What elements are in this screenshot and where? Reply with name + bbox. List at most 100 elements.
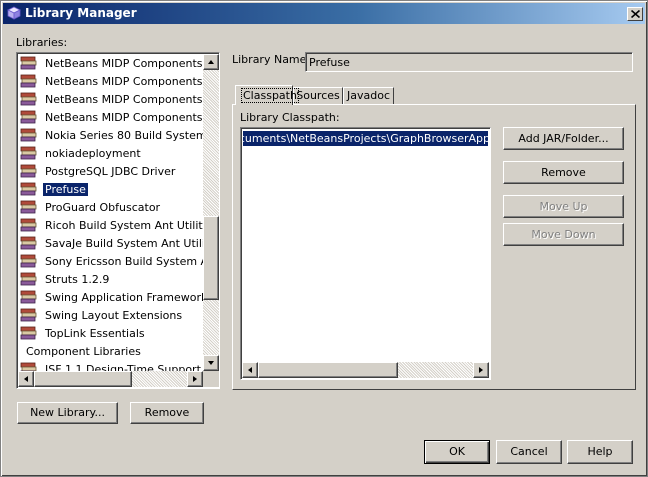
classpath-scroll-left-button[interactable]	[242, 362, 258, 378]
list-group-header[interactable]: Component Libraries	[19, 343, 203, 361]
arrow-up-icon	[208, 60, 214, 64]
library-item-label: ProGuard Obfuscator	[45, 201, 161, 214]
arrow-right-icon	[479, 367, 483, 373]
title-bar[interactable]: Library Manager	[3, 3, 645, 24]
library-list-item[interactable]: SavaJe Build System Ant Utilities	[19, 235, 203, 253]
library-list-item[interactable]: ProGuard Obfuscator	[19, 199, 203, 217]
library-item-label: nokiadeployment	[45, 147, 141, 160]
tab-sources[interactable]: Sources	[293, 87, 343, 104]
library-item-label: JSF 1.1 Design-Time Support - De	[45, 363, 203, 371]
scroll-down-button[interactable]	[203, 355, 219, 371]
library-list-item[interactable]: NetBeans MIDP Components SVG	[19, 91, 203, 109]
arrow-left-icon	[248, 367, 252, 373]
classpath-entry[interactable]: C:\Documents and Settings\Admin\My Docum…	[243, 131, 488, 146]
library-item-label: NetBeans MIDP Components WMA	[45, 111, 203, 124]
tab-classpath-label: Classpath	[241, 88, 299, 103]
scroll-left-button[interactable]	[18, 371, 34, 387]
library-list-item[interactable]: Swing Layout Extensions	[19, 307, 203, 325]
library-item-label: NetBeans MIDP Components PDA	[45, 75, 203, 88]
jar-icon	[20, 146, 37, 161]
library-item-label: NetBeans MIDP Components SVG	[45, 93, 203, 106]
jar-icon	[20, 218, 37, 233]
jar-icon	[20, 254, 37, 269]
library-item-label: Ricoh Build System Ant Utilities	[45, 219, 203, 232]
library-item-label: NetBeans MIDP Components	[45, 57, 203, 70]
libraries-list-items: NetBeans MIDP Components NetBeans MIDP Co…	[19, 55, 203, 371]
library-classpath-label: Library Classpath:	[240, 111, 340, 124]
library-item-label: PostgreSQL JDBC Driver	[45, 165, 176, 178]
library-item-label: Sony Ericsson Build System Ant U	[45, 255, 203, 268]
library-list-item[interactable]: Sony Ericsson Build System Ant U	[19, 253, 203, 271]
library-list-item[interactable]: PostgreSQL JDBC Driver	[19, 163, 203, 181]
library-item-label: Nokia Series 80 Build System Ant	[45, 129, 203, 142]
classpath-list[interactable]: C:\Documents and Settings\Admin\My Docum…	[240, 127, 491, 380]
arrow-down-icon	[208, 361, 214, 365]
tab-classpath[interactable]: Classpath	[235, 85, 299, 105]
vertical-scroll-thumb[interactable]	[203, 216, 219, 300]
library-list-item[interactable]: NetBeans MIDP Components WMA	[19, 109, 203, 127]
arrow-right-icon	[193, 376, 197, 382]
jar-icon	[20, 326, 37, 341]
cancel-button[interactable]: Cancel	[496, 440, 562, 464]
add-jar-folder-button[interactable]: Add JAR/Folder...	[503, 127, 624, 150]
jar-icon	[20, 290, 37, 305]
classpath-scroll-thumb[interactable]	[258, 362, 398, 378]
close-icon	[631, 10, 640, 18]
active-tab-join	[236, 104, 292, 106]
libraries-list[interactable]: NetBeans MIDP Components NetBeans MIDP Co…	[16, 52, 220, 389]
libraries-label: Libraries:	[16, 36, 68, 49]
close-button[interactable]	[627, 7, 643, 21]
library-list-item[interactable]: Nokia Series 80 Build System Ant	[19, 127, 203, 145]
jar-icon	[20, 74, 37, 89]
library-list-item[interactable]: Swing Application Framework	[19, 289, 203, 307]
library-item-label: TopLink Essentials	[45, 327, 145, 340]
jar-icon	[20, 164, 37, 179]
move-down-button[interactable]: Move Down	[503, 223, 624, 246]
move-up-button[interactable]: Move Up	[503, 195, 624, 218]
classpath-scroll-right-button[interactable]	[473, 362, 489, 378]
jar-icon	[20, 236, 37, 251]
new-library-button[interactable]: New Library...	[17, 402, 118, 424]
netbeans-cube-icon	[7, 6, 21, 20]
ok-button[interactable]: OK	[424, 440, 490, 464]
remove-library-button[interactable]: Remove	[130, 402, 204, 424]
jar-icon	[20, 92, 37, 107]
library-name-field: Prefuse	[305, 52, 633, 72]
jar-icon	[20, 182, 37, 197]
jar-icon	[20, 128, 37, 143]
library-list-item[interactable]: Struts 1.2.9	[19, 271, 203, 289]
jar-icon	[20, 56, 37, 71]
library-list-item[interactable]: Ricoh Build System Ant Utilities	[19, 217, 203, 235]
library-item-label: Component Libraries	[26, 345, 141, 358]
library-list-item[interactable]: NetBeans MIDP Components	[19, 55, 203, 73]
jar-icon	[20, 200, 37, 215]
library-item-label: Struts 1.2.9	[45, 273, 110, 286]
arrow-left-icon	[24, 376, 28, 382]
classpath-entry-text: C:\Documents and Settings\Admin\My Docum…	[243, 132, 488, 145]
help-button[interactable]: Help	[567, 440, 633, 464]
library-item-label: Prefuse	[43, 183, 88, 196]
library-name-value: Prefuse	[309, 56, 350, 69]
scroll-right-button[interactable]	[187, 371, 203, 387]
remove-classpath-button[interactable]: Remove	[503, 161, 624, 184]
library-item-label: Swing Application Framework	[45, 291, 203, 304]
jar-icon	[20, 308, 37, 323]
scroll-up-button[interactable]	[203, 54, 219, 70]
jar-icon	[20, 110, 37, 125]
library-item-label: Swing Layout Extensions	[45, 309, 183, 322]
library-manager-dialog: Library Manager Libraries: NetBeans MIDP…	[0, 0, 648, 477]
horizontal-scroll-thumb[interactable]	[34, 371, 132, 387]
library-list-item[interactable]: JSF 1.1 Design-Time Support - De	[19, 361, 203, 371]
library-list-item[interactable]: TopLink Essentials	[19, 325, 203, 343]
library-list-item[interactable]: nokiadeployment	[19, 145, 203, 163]
scroll-corner	[203, 371, 219, 387]
jar-icon	[20, 362, 37, 371]
tab-javadoc[interactable]: Javadoc	[343, 87, 394, 104]
library-item-label: SavaJe Build System Ant Utilities	[45, 237, 203, 250]
library-list-item[interactable]: Prefuse	[19, 181, 203, 199]
library-name-label: Library Name:	[232, 53, 311, 66]
window-title: Library Manager	[25, 6, 137, 20]
vertical-scroll-track[interactable]	[203, 70, 219, 355]
library-list-item[interactable]: NetBeans MIDP Components PDA	[19, 73, 203, 91]
jar-icon	[20, 272, 37, 287]
